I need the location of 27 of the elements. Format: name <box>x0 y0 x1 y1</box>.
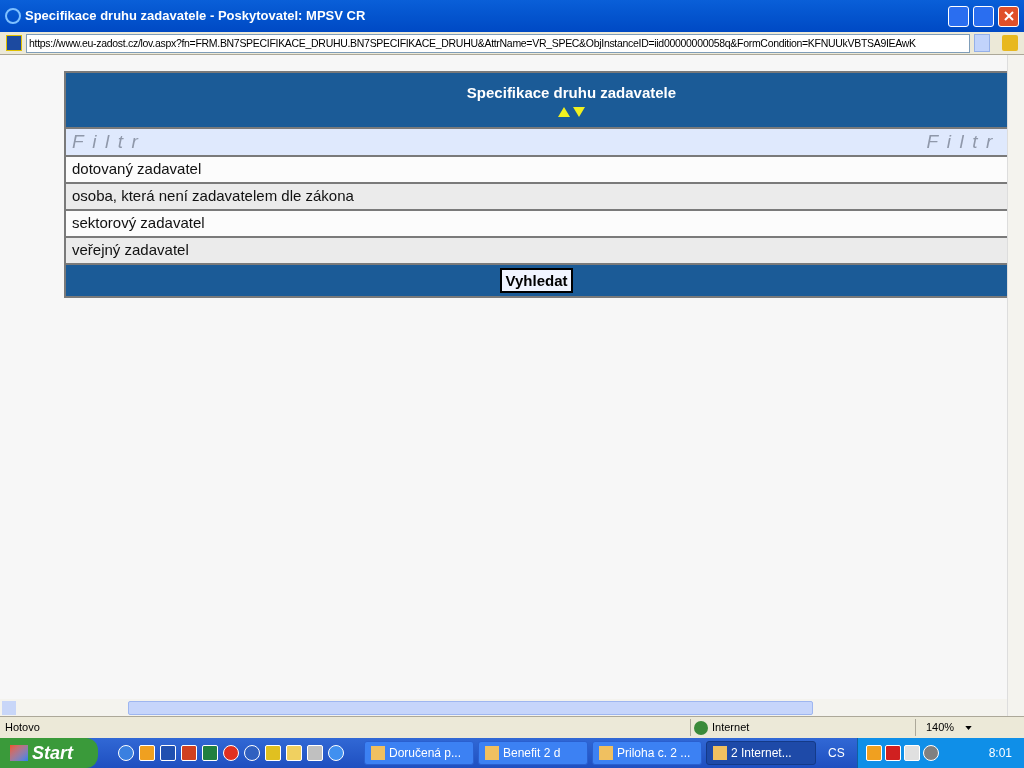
sort-arrows-icon[interactable] <box>556 106 587 119</box>
window-title: Specifikace druhu zadavatele - Poskytovatel: MPSV CR <box>25 7 367 26</box>
status-text: Hotovo <box>4 720 41 736</box>
list-item[interactable]: veřejný zadavatel <box>66 236 1007 263</box>
site-icon <box>6 35 22 51</box>
column-header[interactable]: Specifikace druhu zadavatele <box>466 81 677 105</box>
clock: 8:01 <box>988 745 1013 762</box>
taskbar-button[interactable]: 2 Internet... <box>706 741 816 765</box>
search-button[interactable]: Vyhledat <box>499 268 574 293</box>
taskbar-button[interactable]: Doručená p... <box>364 741 474 765</box>
zoom-control[interactable]: 140% <box>915 719 973 736</box>
maximize-button[interactable] <box>973 5 994 27</box>
taskbar-button[interactable]: Priloha c. 2 ... <box>592 741 702 765</box>
vertical-scrollbar[interactable] <box>1007 55 1024 716</box>
caret-icon <box>965 725 973 730</box>
list-item[interactable]: osoba, která není zadavatelem dle zákona <box>66 182 1007 209</box>
horizontal-scrollbar[interactable] <box>0 699 1007 716</box>
close-button[interactable] <box>998 5 1019 27</box>
close-icon <box>1003 11 1014 21</box>
minimize-button[interactable] <box>948 5 969 27</box>
list-item[interactable]: dotovaný zadavatel <box>66 155 1007 182</box>
start-button[interactable]: Start <box>0 738 98 768</box>
taskbar-button[interactable]: Benefit 2 d <box>478 741 588 765</box>
zone-label: Internet <box>712 720 750 736</box>
language-indicator[interactable]: CS <box>816 744 857 762</box>
list-item[interactable]: sektorový zadavatel <box>66 209 1007 236</box>
address-field[interactable]: https://www.eu-zadost.cz/lov.aspx?fn=FRM.BN7SPECIFIKACE_DRUHU.BN7SPECIFIKACE_DRUHU&AttrName=VR_SPEC&ObjInstanceID=iid00000000058q&FormCondition=KFNUUkVBTSA9IEAwK <box>26 33 970 53</box>
